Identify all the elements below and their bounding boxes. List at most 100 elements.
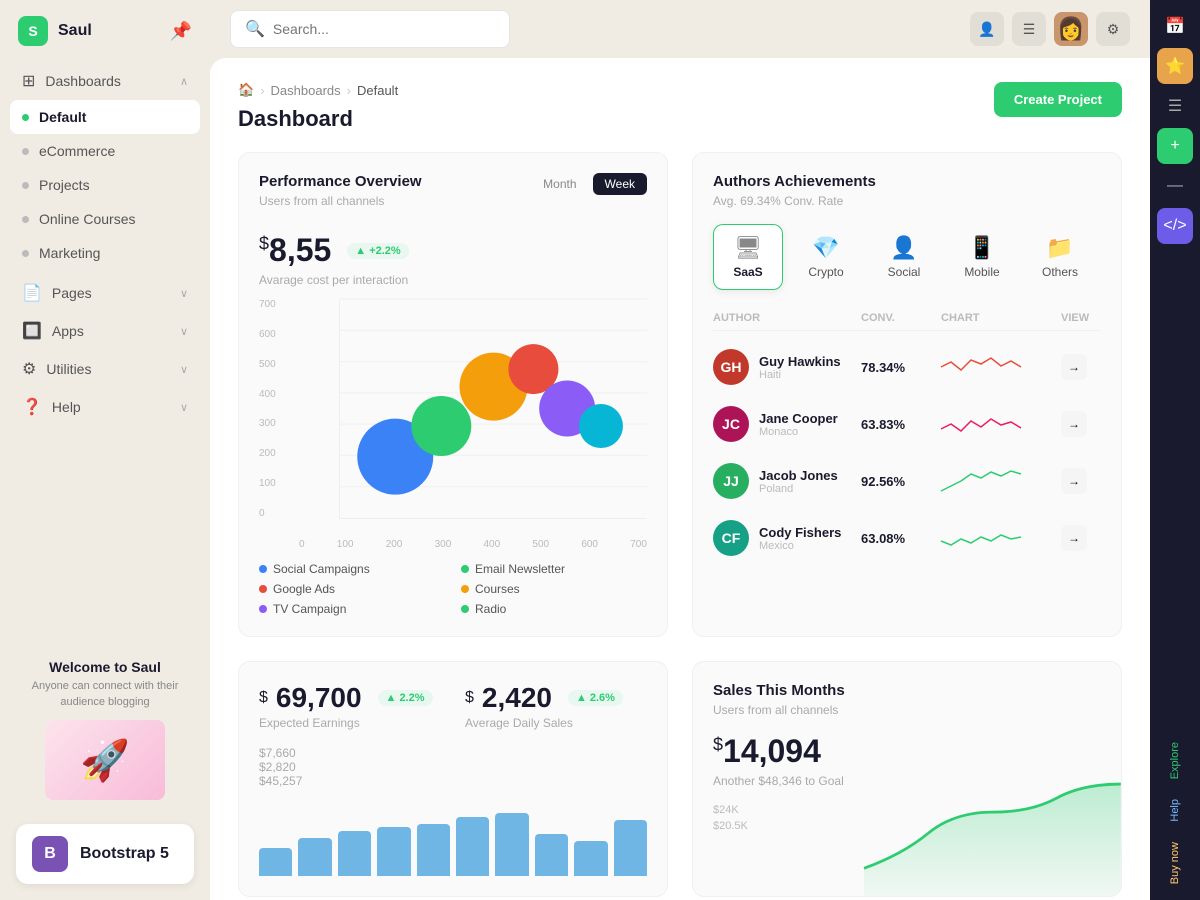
daily-badge: ▲2.6%: [568, 690, 623, 706]
right-icon-add[interactable]: +: [1157, 128, 1193, 164]
bar-6: [456, 817, 489, 877]
chevron-icon: ∨: [180, 363, 188, 376]
sidebar-item-online-courses[interactable]: Online Courses: [10, 202, 200, 236]
authors-subtitle: Avg. 69.34% Conv. Rate: [713, 194, 1101, 208]
content-area: 🏠 › Dashboards › Default Dashboard Creat…: [210, 58, 1150, 900]
month-button[interactable]: Month: [531, 173, 588, 195]
right-icon-dash[interactable]: —: [1157, 168, 1193, 204]
search-input[interactable]: [273, 21, 495, 37]
perf-title: Performance Overview: [259, 173, 422, 190]
author-name-jacob: Jacob Jones: [759, 468, 838, 483]
sidebar-item-default[interactable]: Default: [10, 100, 200, 134]
topbar-icon-user[interactable]: 👤: [970, 12, 1004, 46]
nav-dot-icon: [22, 182, 29, 189]
performance-card: Performance Overview Users from all chan…: [238, 152, 668, 637]
amount-1: $7,660: [259, 746, 647, 760]
right-label-help[interactable]: Help: [1169, 791, 1181, 830]
sales-chart: [864, 756, 1121, 896]
right-icon-code[interactable]: </>: [1157, 208, 1193, 244]
bar-5: [417, 824, 450, 877]
author-name-guy: Guy Hawkins: [759, 354, 841, 369]
bubble-radio: [579, 404, 623, 448]
dashboard-icon: ⊞: [22, 71, 35, 91]
ecommerce-label: eCommerce: [39, 143, 115, 159]
tab-mobile[interactable]: 📱 Mobile: [947, 224, 1017, 290]
sidebar-item-utilities[interactable]: ⚙ Utilities ∨: [10, 350, 200, 388]
sidebar-item-pages[interactable]: 📄 Pages ∨: [10, 274, 200, 312]
sparkline-jacob: [941, 466, 1061, 496]
bar-chart-mini: [259, 796, 647, 876]
sparkline-cody: [941, 523, 1061, 553]
legend-dot-email: [461, 565, 469, 573]
metric-label: Avarage cost per interaction: [259, 273, 647, 287]
topbar-avatar[interactable]: 👩: [1054, 12, 1088, 46]
right-icon-star[interactable]: ⭐: [1157, 48, 1193, 84]
nav-group-dashboards: ⊞ Dashboards ∧ Default eCommerce: [10, 62, 200, 270]
breadcrumb-sep2: ›: [347, 83, 351, 98]
arrow-up-icon: ▲: [355, 245, 366, 257]
breadcrumb: 🏠 › Dashboards › Default: [238, 82, 1122, 98]
perf-header: Performance Overview Users from all chan…: [259, 173, 647, 224]
legend-google: Google Ads: [259, 582, 445, 596]
sidebar-item-marketing[interactable]: Marketing: [10, 236, 200, 270]
sparkline-guy: [941, 352, 1061, 382]
week-button[interactable]: Week: [593, 173, 647, 195]
sidebar: S Saul 📌 ⊞ Dashboards ∧ Default: [0, 0, 210, 900]
tab-others[interactable]: 📁 Others: [1025, 224, 1095, 290]
bar-8: [535, 834, 568, 876]
topbar: 🔍 👤 ☰ 👩 ⚙: [210, 0, 1150, 58]
bubble-email: [411, 396, 471, 456]
topbar-icon-settings[interactable]: ⚙: [1096, 12, 1130, 46]
perf-subtitle: Users from all channels: [259, 194, 422, 208]
author-loc-cody: Mexico: [759, 540, 841, 552]
bottom-grid: $69,700 ▲2.2% Expected Earnings $2,420 ▲…: [238, 661, 1122, 897]
online-courses-label: Online Courses: [39, 211, 136, 227]
apps-label: Apps: [52, 323, 84, 339]
sidebar-item-projects[interactable]: Projects: [10, 168, 200, 202]
sidebar-welcome: Welcome to Saul Anyone can connect with …: [0, 643, 210, 816]
bar-4: [377, 827, 410, 876]
bar-10: [614, 820, 647, 876]
arrow-up-icon: ▲: [576, 692, 587, 704]
author-row-guy: GH Guy Hawkins Haiti 78.34% →: [713, 339, 1101, 396]
sidebar-item-dashboards[interactable]: ⊞ Dashboards ∧: [10, 62, 200, 100]
sidebar-item-help[interactable]: ❓ Help ∨: [10, 388, 200, 426]
conv-cody: 63.08%: [861, 531, 941, 546]
sidebar-item-ecommerce[interactable]: eCommerce: [10, 134, 200, 168]
view-btn-guy[interactable]: →: [1061, 354, 1087, 380]
search-box[interactable]: 🔍: [230, 10, 510, 48]
tab-crypto[interactable]: 💎 Crypto: [791, 224, 861, 290]
conv-guy: 78.34%: [861, 360, 941, 375]
topbar-icons: 👤 ☰ 👩 ⚙: [970, 12, 1130, 46]
breadcrumb-dashboards[interactable]: Dashboards: [271, 83, 341, 98]
tab-social[interactable]: 👤 Social: [869, 224, 939, 290]
month-week-toggle: Month Week: [531, 173, 647, 195]
breadcrumb-sep1: ›: [260, 83, 264, 98]
author-loc-jane: Monaco: [759, 426, 838, 438]
sidebar-item-apps[interactable]: 🔲 Apps ∨: [10, 312, 200, 350]
create-project-button[interactable]: Create Project: [994, 82, 1122, 117]
view-btn-jacob[interactable]: →: [1061, 468, 1087, 494]
tab-saas[interactable]: 🖥 SaaS: [713, 224, 783, 290]
bootstrap-icon: B: [32, 836, 68, 872]
pin-icon[interactable]: 📌: [170, 21, 192, 42]
right-label-buynow[interactable]: Buy now: [1169, 834, 1181, 892]
breadcrumb-home[interactable]: 🏠: [238, 82, 254, 98]
right-icon-menu[interactable]: ☰: [1157, 88, 1193, 124]
authors-table-header: AUTHOR CONV. CHART VIEW: [713, 306, 1101, 331]
arrow-up-icon: ▲: [386, 692, 397, 704]
right-label-explore[interactable]: Explore: [1169, 734, 1181, 787]
bar-1: [259, 848, 292, 876]
sidebar-navigation: ⊞ Dashboards ∧ Default eCommerce: [0, 62, 210, 643]
view-btn-jane[interactable]: →: [1061, 411, 1087, 437]
view-btn-cody[interactable]: →: [1061, 525, 1087, 551]
topbar-icon-menu[interactable]: ☰: [1012, 12, 1046, 46]
apps-icon: 🔲: [22, 321, 42, 341]
chevron-icon: ∨: [180, 287, 188, 300]
expected-badge: ▲2.2%: [378, 690, 433, 706]
legend-dot-courses: [461, 585, 469, 593]
legend-email: Email Newsletter: [461, 562, 647, 576]
right-icon-calendar[interactable]: 📅: [1157, 8, 1193, 44]
earnings-row: $69,700 ▲2.2% Expected Earnings $2,420 ▲…: [259, 682, 647, 730]
legend-dot-social: [259, 565, 267, 573]
